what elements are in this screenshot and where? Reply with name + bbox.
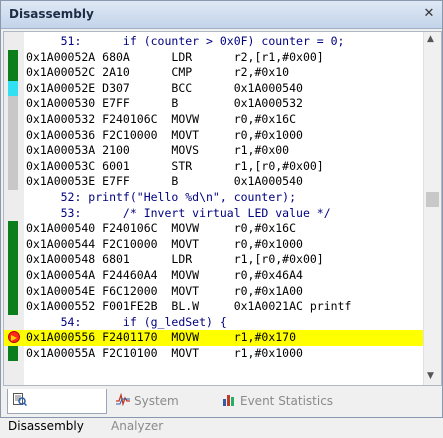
coverage-marker: [8, 283, 18, 300]
coverage-marker: [8, 158, 18, 175]
line-text: 0x1A00053A 2100 MOVS r1,#0x00: [26, 143, 290, 158]
source-line[interactable]: 52: printf("Hello %d\n", counter);: [4, 190, 424, 206]
source-line[interactable]: 51: if (counter > 0x0F) counter = 0;: [4, 34, 424, 50]
source-line[interactable]: 53: /* Invert virtual LED value */: [4, 206, 424, 222]
line-text: 0x1A00052A 680A LDR r2,[r1,#0x00]: [26, 49, 324, 64]
tab-bar: Disassembly System Analyzer Event Statis…: [3, 389, 440, 433]
asm-line[interactable]: 0x1A000544 F2C10000 MOVT r0,#0x1000: [4, 236, 424, 253]
scroll-down-button[interactable]: ▼: [427, 371, 434, 381]
coverage-marker: [8, 111, 18, 128]
window-title: Disassembly: [9, 7, 94, 21]
asm-line[interactable]: 0x1A000540 F240106C MOVW r0,#0x16C: [4, 221, 424, 237]
close-button[interactable]: ✕: [422, 7, 436, 21]
asm-line[interactable]: 0x1A000530 E7FF B 0x1A000532: [4, 96, 424, 112]
asm-line[interactable]: 0x1A00053C 6001 STR r1,[r0,#0x00]: [4, 158, 424, 175]
line-text: 0x1A000544 F2C10000 MOVT r0,#0x1000: [26, 236, 303, 251]
asm-line[interactable]: 0x1A00054A F24460A4 MOVW r0,#0x46A4: [4, 267, 424, 284]
asm-line[interactable]: 0x1A000552 F001FE2B BL.W 0x1A0021AC prin…: [4, 299, 424, 315]
coverage-marker: [8, 96, 18, 112]
asm-line[interactable]: 0x1A00052E D307 BCC 0x1A000540: [4, 80, 424, 97]
line-text: 0x1A00055A F2C10100 MOVT r1,#0x1000: [26, 345, 303, 360]
line-text: 54: if (g_ledSet) {: [26, 314, 227, 329]
asm-line[interactable]: 0x1A00053E E7FF B 0x1A000540: [4, 174, 424, 190]
coverage-marker: [8, 174, 18, 190]
asm-line[interactable]: 0x1A000548 6801 LDR r1,[r0,#0x00]: [4, 252, 424, 268]
asm-line[interactable]: 0x1A00052C 2A10 CMP r2,#0x10: [4, 65, 424, 81]
disassembly-icon: [13, 390, 28, 414]
coverage-marker: [8, 127, 18, 144]
code-lines: 51: if (counter > 0x0F) counter = 0; 0x1A…: [4, 34, 424, 362]
line-text: 51: if (counter > 0x0F) counter = 0;: [26, 34, 345, 48]
line-text: 0x1A000530 E7FF B 0x1A000532: [26, 96, 303, 111]
asm-line[interactable]: 0x1A00054E F6C12000 MOVT r0,#0x1A00: [4, 283, 424, 300]
asm-line[interactable]: 0x1A00053A 2100 MOVS r1,#0x00: [4, 143, 424, 159]
asm-line[interactable]: 0x1A000532 F240106C MOVW r0,#0x16C: [4, 111, 424, 128]
coverage-marker: [8, 49, 18, 66]
scroll-up-button[interactable]: ▲: [427, 34, 434, 44]
coverage-marker: [8, 80, 18, 97]
line-text: 0x1A000532 F240106C MOVW r0,#0x16C: [26, 111, 297, 126]
line-text: 52: printf("Hello %d\n", counter);: [26, 189, 297, 204]
line-text: 0x1A00053C 6001 STR r1,[r0,#0x00]: [26, 158, 324, 173]
coverage-marker: [8, 236, 18, 253]
line-text: 0x1A000552 F001FE2B BL.W 0x1A0021AC prin…: [26, 299, 352, 314]
line-text: 0x1A00054E F6C12000 MOVT r0,#0x1A00: [26, 283, 303, 298]
tab-event-statistics[interactable]: Event Statistics: [217, 389, 337, 413]
coverage-marker: [8, 221, 18, 237]
tab-disassembly[interactable]: Disassembly: [7, 389, 107, 433]
event-statistics-icon: [222, 390, 236, 414]
source-line[interactable]: 54: if (g_ledSet) {: [4, 315, 424, 331]
disassembly-view[interactable]: 51: if (counter > 0x0F) counter = 0; 0x1A…: [3, 31, 442, 386]
line-text: 0x1A00053E E7FF B 0x1A000540: [26, 174, 303, 189]
asm-line[interactable]: 0x1A000536 F2C10000 MOVT r0,#0x1000: [4, 127, 424, 144]
asm-line[interactable]: 0x1A00052A 680A LDR r2,[r1,#0x00]: [4, 49, 424, 66]
coverage-marker: [8, 65, 18, 81]
title-bar[interactable]: Disassembly ✕: [1, 1, 442, 29]
line-text: 0x1A00052C 2A10 CMP r2,#0x10: [26, 65, 290, 80]
tab-system-analyzer[interactable]: System Analyzer: [111, 389, 219, 433]
tab-label: Event Statistics: [240, 394, 334, 408]
line-text: 0x1A000536 F2C10000 MOVT r0,#0x1000: [26, 127, 303, 142]
line-text: 0x1A00052E D307 BCC 0x1A000540: [26, 80, 303, 95]
coverage-marker: [8, 267, 18, 284]
coverage-marker: [8, 345, 18, 362]
current-pc-arrow-icon: [8, 331, 20, 344]
vertical-scrollbar[interactable]: ▲ ▼: [423, 32, 441, 385]
disassembly-window: Disassembly ✕ 51: if (counter > 0x0F) co…: [0, 0, 443, 433]
asm-line[interactable]: 0x1A00055A F2C10100 MOVT r1,#0x1000: [4, 345, 424, 362]
tab-label: Disassembly: [8, 418, 84, 433]
coverage-marker: [8, 252, 18, 268]
line-text: 0x1A000556 F2401170 MOVW r1,#0x170: [26, 330, 297, 345]
coverage-marker: [8, 299, 18, 315]
coverage-marker: [8, 143, 18, 159]
line-text: 53: /* Invert virtual LED value */: [26, 205, 331, 220]
system-analyzer-icon: [116, 390, 130, 414]
line-text: 0x1A000540 F240106C MOVW r0,#0x16C: [26, 221, 297, 236]
line-text: 0x1A000548 6801 LDR r1,[r0,#0x00]: [26, 252, 324, 267]
asm-line[interactable]: 0x1A000556 F2401170 MOVW r1,#0x170: [4, 330, 424, 346]
scroll-thumb[interactable]: [426, 192, 439, 207]
line-text: 0x1A00054A F24460A4 MOVW r0,#0x46A4: [26, 267, 303, 282]
